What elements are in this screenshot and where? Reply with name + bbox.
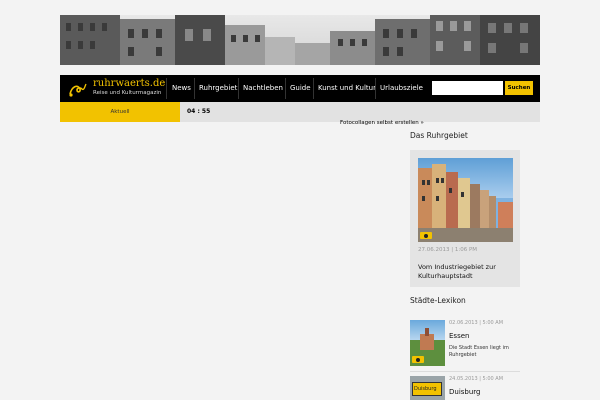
section-heading-staedte-lexikon: Städte-Lexikon <box>410 296 466 305</box>
search-input[interactable] <box>432 81 503 95</box>
page: ruhrwaerts.de Reise und Kulturmagazin Ne… <box>0 0 600 400</box>
logo-title: ruhrwaerts.de <box>93 78 166 89</box>
nav-item-news[interactable]: News <box>172 75 191 102</box>
nav-item-guide[interactable]: Guide <box>290 75 311 102</box>
nav-item-urlaubsziele[interactable]: Urlaubsziele <box>380 75 423 102</box>
tab-aktuell[interactable]: Aktuell <box>60 102 180 122</box>
logo-ornament-icon <box>69 83 87 97</box>
main-navigation: ruhrwaerts.de Reise und Kulturmagazin Ne… <box>60 75 540 102</box>
nav-divider <box>375 78 376 99</box>
featured-article-date: 27.06.2013 | 1:06 PM <box>418 247 478 253</box>
nav-item-nachtleben[interactable]: Nachtleben <box>243 75 283 102</box>
clock-display: 04 : 55 <box>187 108 211 115</box>
nav-item-ruhrgebiet[interactable]: Ruhrgebiet <box>199 75 237 102</box>
featured-article-image[interactable] <box>418 158 513 242</box>
list-item[interactable]: Duisburg 24.05.2013 | 5:00 AM Duisburg <box>410 376 520 400</box>
nav-divider <box>313 78 314 99</box>
logo-subtitle: Reise und Kulturmagazin <box>93 90 162 96</box>
list-divider <box>410 371 520 372</box>
article-excerpt: Die Stadt Essen liegt im Ruhrgebiet <box>449 345 509 358</box>
article-date: 02.06.2013 | 5:00 AM <box>449 320 504 326</box>
article-title[interactable]: Essen <box>449 332 469 340</box>
camera-icon <box>420 232 432 239</box>
site-logo[interactable]: ruhrwaerts.de Reise und Kulturmagazin <box>68 78 168 100</box>
header-banner-image <box>60 15 540 65</box>
featured-article-card[interactable]: 27.06.2013 | 1:06 PM Vom Industriegebiet… <box>410 150 520 287</box>
search-button[interactable]: Suchen <box>505 81 533 95</box>
article-title[interactable]: Duisburg <box>449 388 481 396</box>
camera-icon <box>412 356 424 363</box>
article-thumbnail-essen[interactable] <box>410 320 445 366</box>
section-heading-ruhrgebiet: Das Ruhrgebiet <box>410 131 468 140</box>
article-thumbnail-duisburg[interactable]: Duisburg <box>410 376 445 400</box>
nav-item-kunst-und-kultur[interactable]: Kunst und Kultur <box>318 75 376 102</box>
article-date: 24.05.2013 | 5:00 AM <box>449 376 504 382</box>
nav-divider <box>194 78 195 99</box>
sub-bar: Aktuell 04 : 55 <box>60 102 540 122</box>
nav-divider <box>285 78 286 99</box>
nav-divider <box>238 78 239 99</box>
list-item[interactable]: 02.06.2013 | 5:00 AM Essen Die Stadt Ess… <box>410 320 520 370</box>
nav-divider <box>166 78 167 99</box>
news-ticker-link[interactable]: Fotocollagen selbst erstellen » <box>340 120 424 126</box>
featured-article-title[interactable]: Vom Industriegebiet zur Kulturhauptstadt <box>418 263 514 281</box>
